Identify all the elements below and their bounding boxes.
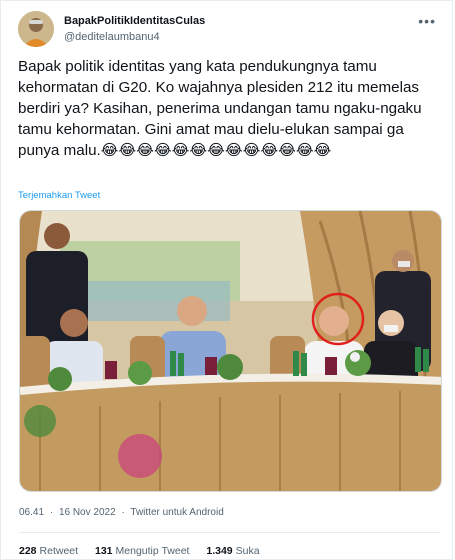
divider bbox=[19, 532, 440, 533]
avatar[interactable] bbox=[18, 11, 54, 47]
tweet-date[interactable]: 16 Nov 2022 bbox=[59, 507, 116, 518]
like-count[interactable]: 1.349 Suka bbox=[206, 545, 259, 557]
tweet-photo[interactable] bbox=[19, 210, 442, 492]
translate-tweet-link[interactable]: Terjemahkan Tweet bbox=[18, 190, 100, 201]
author-block: BapakPolitikIdentitasCulas @deditelaumba… bbox=[64, 14, 205, 45]
dot-separator: · bbox=[121, 507, 125, 518]
author-handle[interactable]: @deditelaumbanu4 bbox=[64, 30, 205, 45]
quote-tweet-count[interactable]: 131 Mengutip Tweet bbox=[95, 545, 189, 557]
tweet-card: BapakPolitikIdentitasCulas @deditelaumba… bbox=[0, 0, 453, 560]
author-display-name[interactable]: BapakPolitikIdentitasCulas bbox=[64, 14, 205, 28]
more-horizontal-icon[interactable]: ••• bbox=[418, 13, 436, 29]
retweet-count[interactable]: 228 Retweet bbox=[19, 545, 78, 557]
tweet-timestamp: 06.41 · 16 Nov 2022 · Twitter untuk Andr… bbox=[19, 507, 224, 518]
tweet-source[interactable]: Twitter untuk Android bbox=[130, 507, 223, 518]
tweet-time[interactable]: 06.41 bbox=[19, 507, 44, 518]
tweet-text: Bapak politik identitas yang kata penduk… bbox=[18, 58, 426, 159]
tweet-stats: 228 Retweet 131 Mengutip Tweet 1.349 Suka bbox=[19, 545, 274, 557]
dot-separator: · bbox=[49, 507, 54, 518]
